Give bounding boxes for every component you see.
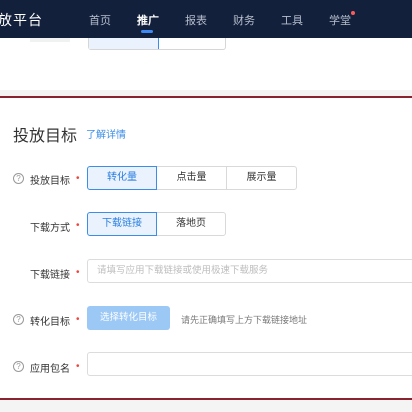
package-name-input[interactable]	[87, 352, 412, 376]
required-asterisk: •	[76, 267, 80, 278]
download-method-landing-page[interactable]: 落地页	[156, 212, 226, 236]
required-asterisk: •	[76, 314, 80, 325]
section-title: 投放目标	[13, 128, 78, 145]
previous-section-label-fragment	[30, 38, 70, 42]
select-conversion-goal-button[interactable]: 选择转化目标	[87, 306, 170, 330]
question-circle-icon[interactable]: ?	[13, 314, 24, 325]
previous-segmented-control[interactable]	[88, 38, 226, 50]
question-circle-icon[interactable]: ?	[13, 173, 24, 184]
required-asterisk: •	[76, 220, 80, 231]
required-asterisk: •	[76, 173, 80, 184]
learn-more-link[interactable]: 了解详情	[86, 126, 126, 141]
download-link-input[interactable]: 请填写应用下载链接或使用极速下载服务	[87, 259, 412, 283]
nav-active-indicator	[141, 30, 153, 33]
goal-option-clicks[interactable]: 点击量	[156, 166, 227, 190]
page-root: 放平台 首页 推广 报表 财务 工具 学堂 投放目标 了解详情 ? 投放目标 •…	[0, 0, 412, 412]
goal-section-card: 投放目标 了解详情 ? 投放目标 • 转化量 点击量 展示量 下载方式 • 下载…	[0, 96, 412, 400]
goal-option-impressions[interactable]: 展示量	[226, 166, 297, 190]
top-nav-bar: 放平台 首页 推广 报表 财务 工具 学堂	[0, 0, 412, 38]
download-method-link[interactable]: 下载链接	[87, 212, 157, 236]
goal-label: 投放目标	[30, 176, 70, 187]
required-asterisk: •	[76, 361, 80, 372]
nav-item-finance[interactable]: 财务	[233, 12, 255, 28]
brand-logo-text[interactable]: 放平台	[0, 10, 43, 30]
package-name-label: 应用包名	[30, 364, 70, 375]
nav-item-tools[interactable]: 工具	[281, 12, 303, 28]
download-link-label: 下载链接	[30, 270, 70, 281]
download-method-label: 下载方式	[30, 223, 70, 234]
goal-option-conversions[interactable]: 转化量	[87, 166, 157, 190]
nav-item-reports[interactable]: 报表	[185, 12, 207, 28]
notification-dot-icon	[351, 11, 355, 15]
conversion-goal-hint: 请先正确填写上方下载链接地址	[181, 315, 308, 325]
previous-segment-selected[interactable]	[89, 38, 159, 49]
nav-item-home[interactable]: 首页	[89, 12, 111, 28]
nav-item-academy[interactable]: 学堂	[329, 12, 351, 28]
question-circle-icon[interactable]: ?	[13, 361, 24, 372]
conversion-goal-label: 转化目标	[30, 317, 70, 328]
nav-item-promotion[interactable]: 推广	[137, 12, 159, 28]
